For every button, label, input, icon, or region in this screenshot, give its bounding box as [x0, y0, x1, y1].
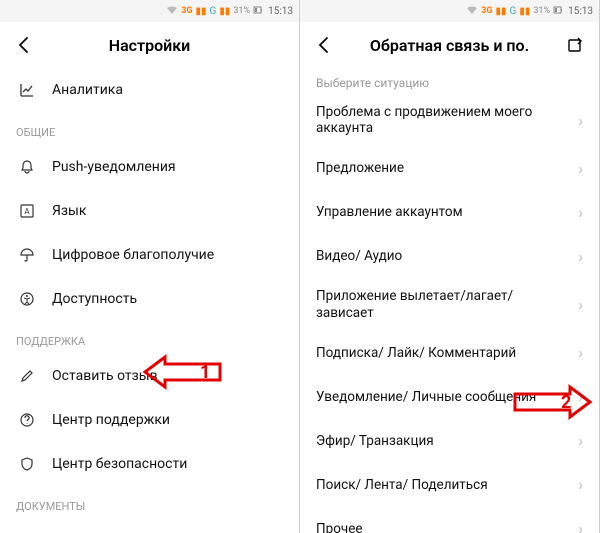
header-spacer — [261, 31, 289, 59]
subhead-choose: Выберите ситуацию — [300, 68, 599, 94]
row-label: Подписка/ Лайк/ Комментарий — [316, 345, 570, 361]
chevron-right-icon: › — [578, 387, 583, 406]
network-3g: 3G — [181, 6, 192, 16]
row-label: Эфир/ Транзакция — [316, 433, 570, 449]
row-search-feed-share[interactable]: Поиск/ Лента/ Поделиться › — [300, 463, 599, 507]
settings-list: Аналитика ОБЩИЕ Push-уведомления A Язык … — [0, 68, 299, 533]
bell-icon — [16, 159, 38, 175]
row-label: Приложение вылетает/лагает/зависает — [316, 288, 570, 320]
chevron-right-icon: › — [578, 343, 583, 362]
feedback-list: Проблема с продвижением моего аккаунта ›… — [300, 94, 599, 533]
row-label: Язык — [52, 203, 283, 220]
row-label: Предложение — [316, 160, 570, 176]
signal-g: G — [510, 6, 517, 17]
wifi-icon — [166, 5, 178, 18]
row-label: Аналитика — [52, 82, 283, 99]
row-safety-center[interactable]: Центр безопасности — [0, 442, 299, 486]
row-account-management[interactable]: Управление аккаунтом › — [300, 190, 599, 234]
clock-time: 15:13 — [568, 6, 593, 17]
page-title: Настройки — [38, 36, 261, 55]
row-language[interactable]: A Язык — [0, 189, 299, 233]
svg-text:A: A — [24, 207, 30, 216]
analytics-icon — [16, 82, 38, 98]
shield-icon — [16, 456, 38, 472]
page-title: Обратная связь и по. — [338, 36, 561, 55]
row-label: Поиск/ Лента/ Поделиться — [316, 477, 570, 493]
row-promo-problem[interactable]: Проблема с продвижением моего аккаунта › — [300, 94, 599, 146]
signal-icon-1: ▮▮ — [496, 6, 507, 17]
row-suggestion[interactable]: Предложение › — [300, 146, 599, 190]
status-bar: 3G ▮▮ G ▮▮ 31% 15:13 — [300, 0, 599, 22]
compose-button[interactable] — [561, 31, 589, 59]
chevron-right-icon: › — [578, 519, 583, 533]
row-label: Оставить отзыв — [52, 368, 283, 385]
row-label: Прочее — [316, 521, 570, 533]
pencil-icon — [16, 368, 38, 384]
signal-icon-2: ▮▮ — [519, 6, 530, 17]
status-bar: 3G ▮▮ G ▮▮ 31% 15:13 — [0, 0, 299, 22]
group-support: ПОДДЕРЖКА — [0, 321, 299, 354]
row-accessibility[interactable]: Доступность — [0, 277, 299, 321]
header-feedback: Обратная связь и по. — [300, 22, 599, 68]
chevron-right-icon: › — [578, 431, 583, 450]
signal-icon-2: ▮▮ — [219, 6, 230, 17]
row-feedback[interactable]: Оставить отзыв — [0, 354, 299, 398]
row-label: Центр поддержки — [52, 412, 283, 429]
row-label: Уведомление/ Личные сообщения — [316, 389, 570, 405]
chevron-right-icon: › — [578, 247, 583, 266]
row-live-transaction[interactable]: Эфир/ Транзакция › — [300, 419, 599, 463]
row-analytics[interactable]: Аналитика — [0, 68, 299, 112]
row-wellbeing[interactable]: Цифровое благополучие — [0, 233, 299, 277]
row-help-center[interactable]: Центр поддержки — [0, 398, 299, 442]
back-button[interactable] — [310, 31, 338, 59]
chevron-right-icon: › — [578, 203, 583, 222]
battery-text: 31% — [533, 6, 550, 16]
row-label: Управление аккаунтом — [316, 204, 570, 220]
row-label: Видео/ Аудио — [316, 248, 570, 264]
chevron-right-icon: › — [578, 295, 583, 314]
row-label: Цифровое благополучие — [52, 247, 283, 264]
row-other[interactable]: Прочее › — [300, 507, 599, 533]
help-icon — [16, 412, 38, 428]
chevron-right-icon: › — [578, 111, 583, 130]
row-push[interactable]: Push-уведомления — [0, 145, 299, 189]
battery-text: 31% — [233, 6, 250, 16]
row-label: Проблема с продвижением моего аккаунта — [316, 104, 570, 136]
chevron-right-icon: › — [578, 159, 583, 178]
language-icon: A — [16, 203, 38, 219]
row-notifications-dm[interactable]: Уведомление/ Личные сообщения › — [300, 375, 599, 419]
row-label: Доступность — [52, 291, 283, 308]
header-settings: Настройки — [0, 22, 299, 68]
signal-g: G — [210, 6, 217, 17]
signal-icon-1: ▮▮ — [196, 6, 207, 17]
back-button[interactable] — [10, 31, 38, 59]
wifi-icon — [466, 5, 478, 18]
accessibility-icon — [16, 291, 38, 307]
row-likes-comments[interactable]: Подписка/ Лайк/ Комментарий › — [300, 331, 599, 375]
screen-settings: 3G ▮▮ G ▮▮ 31% 15:13 Настройки Аналитика… — [0, 0, 300, 533]
row-video-audio[interactable]: Видео/ Аудио › — [300, 234, 599, 278]
row-label: Центр безопасности — [52, 456, 283, 473]
row-label: Push-уведомления — [52, 159, 283, 176]
screen-feedback: 3G ▮▮ G ▮▮ 31% 15:13 Обратная связь и по… — [300, 0, 600, 533]
chevron-right-icon: › — [578, 475, 583, 494]
clock-time: 15:13 — [268, 6, 293, 17]
group-general: ОБЩИЕ — [0, 112, 299, 145]
battery-icon — [553, 5, 563, 18]
network-3g: 3G — [481, 6, 492, 16]
umbrella-icon — [16, 247, 38, 263]
group-documents: ДОКУМЕНТЫ — [0, 486, 299, 519]
battery-icon — [253, 5, 263, 18]
row-app-crash[interactable]: Приложение вылетает/лагает/зависает › — [300, 278, 599, 330]
